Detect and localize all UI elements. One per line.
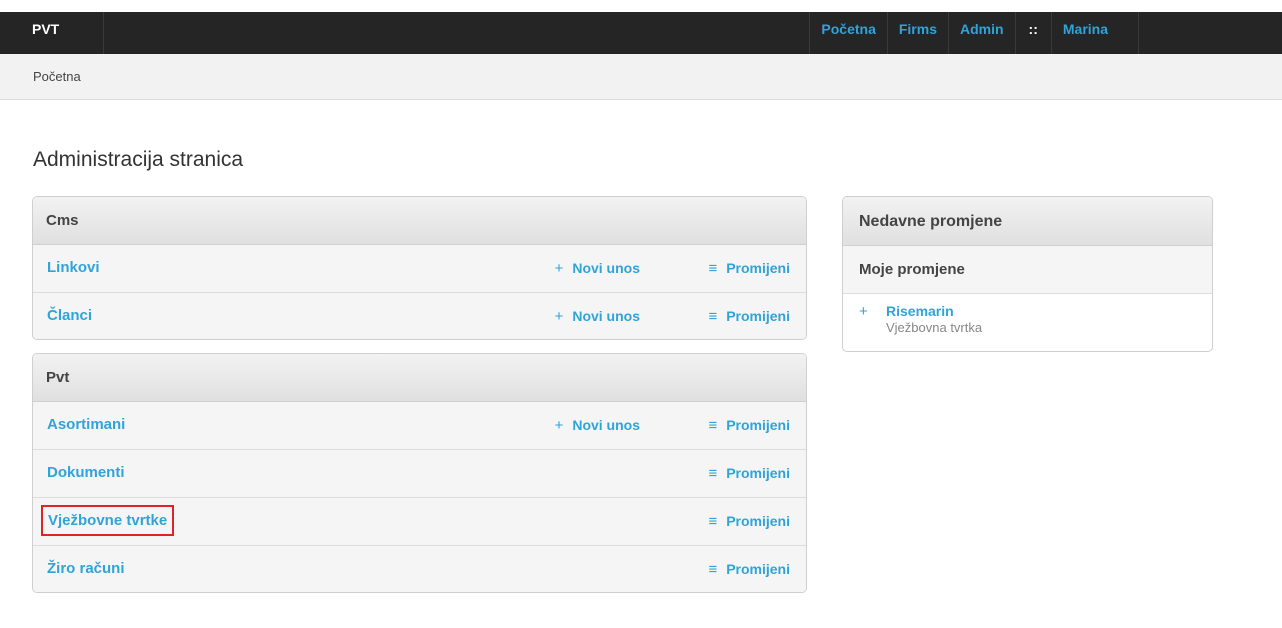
list-icon: ≡ [708, 308, 718, 325]
plus-icon: + [554, 417, 564, 434]
module-header: Cms [33, 197, 806, 245]
page-title: Administracija stranica [33, 148, 244, 171]
list-icon: ≡ [708, 260, 718, 277]
add-button[interactable]: + Novi unos [555, 417, 640, 434]
model-link-vjezbovne-tvrtke[interactable]: Vježbovne tvrtke [40, 505, 175, 536]
nav-firms[interactable]: Firms [886, 12, 948, 54]
recent-actions-panel: Nedavne promjene Moje promjene + Risemar… [842, 196, 1213, 352]
recent-action-link[interactable]: Risemarin [886, 303, 954, 319]
breadcrumb[interactable]: Početna [33, 69, 81, 84]
module-header: Pvt [33, 354, 806, 402]
change-button[interactable]: ≡ Promijeni [708, 561, 790, 578]
brand-cell: PVT [12, 12, 104, 54]
plus-icon: + [859, 303, 868, 320]
recent-action-item: + Risemarin Vježbovna tvrtka [843, 294, 1212, 351]
list-icon: ≡ [708, 465, 718, 482]
model-link-linkovi[interactable]: Linkovi [47, 259, 100, 276]
add-button[interactable]: + Novi unos [555, 260, 640, 277]
change-label: Promijeni [726, 465, 790, 481]
nav-admin[interactable]: Admin [947, 12, 1015, 54]
module-row-ziro-racuni: Žiro računi ≡ Promijeni [33, 546, 806, 592]
change-button[interactable]: ≡ Promijeni [708, 308, 790, 325]
breadcrumb-bar: Početna [0, 54, 1282, 100]
change-label: Promijeni [726, 561, 790, 577]
model-link-clanci[interactable]: Članci [47, 307, 92, 324]
recent-actions-title: Nedavne promjene [843, 197, 1212, 246]
nav-home[interactable]: Početna [809, 12, 886, 54]
change-label: Promijeni [726, 513, 790, 529]
plus-icon: + [554, 260, 564, 277]
module-row-linkovi: Linkovi + Novi unos ≡ Promijeni [33, 245, 806, 293]
model-link-dokumenti[interactable]: Dokumenti [47, 464, 125, 481]
add-button[interactable]: + Novi unos [555, 308, 640, 325]
model-link-ziro-racuni[interactable]: Žiro računi [47, 560, 125, 577]
change-button[interactable]: ≡ Promijeni [708, 260, 790, 277]
module-row-asortimani: Asortimani + Novi unos ≡ Promijeni [33, 402, 806, 450]
change-button[interactable]: ≡ Promijeni [708, 513, 790, 530]
top-nav: Početna Firms Admin :: Marina [809, 12, 1139, 54]
add-label: Novi unos [572, 260, 640, 276]
my-actions-subtitle: Moje promjene [843, 246, 1212, 294]
add-label: Novi unos [572, 308, 640, 324]
list-icon: ≡ [708, 417, 718, 434]
nav-separator: :: [1014, 12, 1051, 54]
change-button[interactable]: ≡ Promijeni [708, 465, 790, 482]
add-label: Novi unos [572, 417, 640, 433]
module-row-vjezbovne-tvrtke: Vježbovne tvrtke ≡ Promijeni [33, 498, 806, 546]
module-cms: Cms Linkovi + Novi unos ≡ Promijeni Članci… [32, 196, 807, 340]
module-pvt: Pvt Asortimani + Novi unos ≡ Promijeni Dok… [32, 353, 807, 593]
nav-user[interactable]: Marina [1050, 12, 1139, 54]
model-link-asortimani[interactable]: Asortimani [47, 416, 125, 433]
list-icon: ≡ [708, 513, 718, 530]
plus-icon: + [554, 308, 564, 325]
recent-action-type: Vježbovna tvrtka [886, 320, 983, 335]
module-row-dokumenti: Dokumenti ≡ Promijeni [33, 450, 806, 498]
change-button[interactable]: ≡ Promijeni [708, 417, 790, 434]
module-row-clanci: Članci + Novi unos ≡ Promijeni [33, 293, 806, 339]
change-label: Promijeni [726, 260, 790, 276]
brand-logo-text[interactable]: PVT [32, 21, 59, 37]
top-navigation-bar: PVT Početna Firms Admin :: Marina [0, 12, 1282, 54]
list-icon: ≡ [708, 561, 718, 578]
change-label: Promijeni [726, 417, 790, 433]
change-label: Promijeni [726, 308, 790, 324]
